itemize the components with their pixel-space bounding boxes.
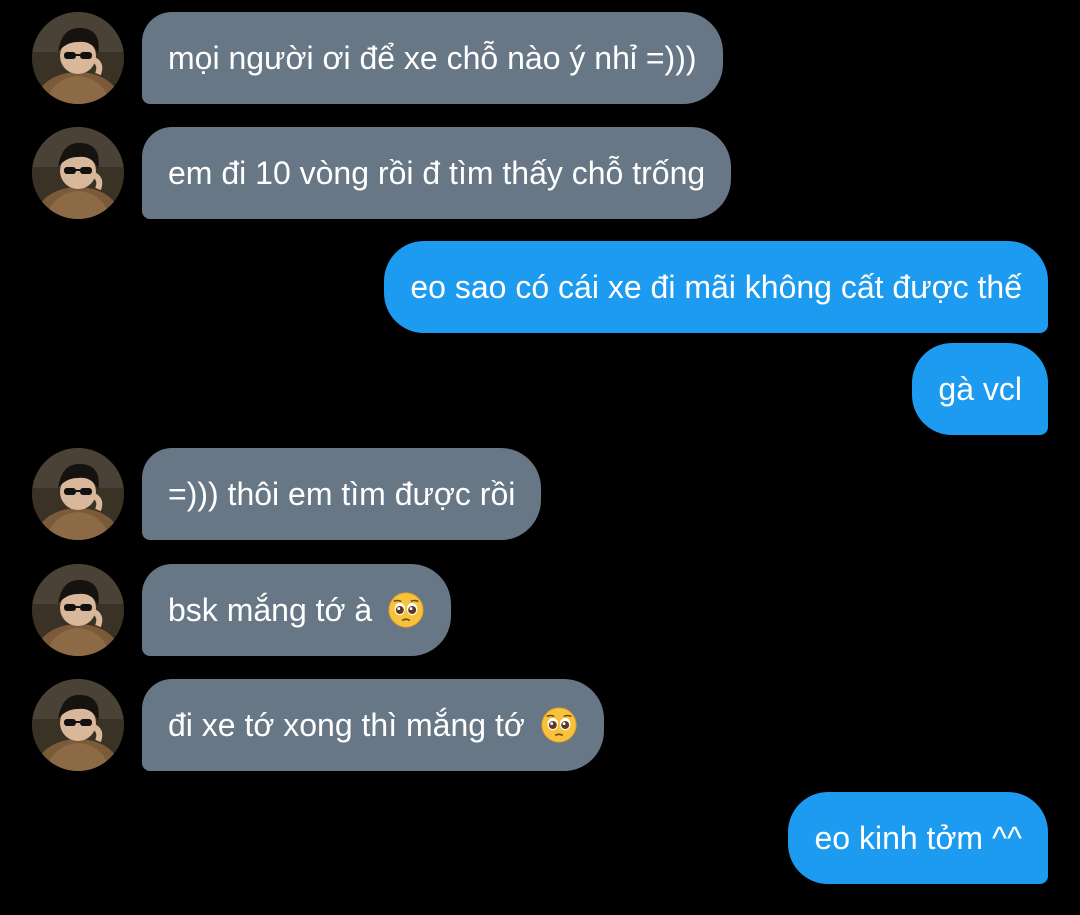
message-bubble-incoming[interactable]: em đi 10 vòng rồi đ tìm thấy chỗ trống	[142, 127, 732, 219]
avatar-photo-icon	[32, 679, 124, 771]
message-text: em đi 10 vòng rồi đ tìm thấy chỗ trống	[168, 155, 706, 191]
sender-avatar[interactable]	[32, 448, 124, 540]
avatar-photo-icon	[32, 448, 124, 540]
message-bubble-outgoing[interactable]: eo sao có cái xe đi mãi không cất được t…	[384, 241, 1048, 333]
message-text: =))) thôi em tìm được rồi	[168, 476, 516, 512]
sender-avatar[interactable]	[32, 679, 124, 771]
pleading-face-icon	[541, 706, 577, 743]
sender-avatar[interactable]	[32, 564, 124, 656]
message-row-outgoing: eo sao có cái xe đi mãi không cất được t…	[0, 241, 1080, 333]
message-row-incoming: bsk mắng tớ à	[0, 564, 1080, 656]
message-row-incoming: mọi người ơi để xe chỗ nào ý nhỉ =)))	[0, 12, 1080, 104]
pleading-face-icon	[388, 591, 424, 628]
message-bubble-outgoing[interactable]: gà vcl	[912, 343, 1048, 435]
message-text: đi xe tớ xong thì mắng tớ	[168, 707, 525, 743]
message-bubble-incoming[interactable]: mọi người ơi để xe chỗ nào ý nhỉ =)))	[142, 12, 723, 104]
message-row-incoming: đi xe tớ xong thì mắng tớ	[0, 679, 1080, 771]
message-row-incoming: em đi 10 vòng rồi đ tìm thấy chỗ trống	[0, 127, 1080, 219]
message-text: mọi người ơi để xe chỗ nào ý nhỉ =)))	[168, 40, 697, 76]
message-row-outgoing: eo kinh tởm ^^	[0, 792, 1080, 884]
message-text: eo kinh tởm ^^	[814, 820, 1022, 856]
sender-avatar[interactable]	[32, 127, 124, 219]
message-bubble-outgoing[interactable]: eo kinh tởm ^^	[788, 792, 1048, 884]
message-text: gà vcl	[938, 371, 1022, 407]
avatar-photo-icon	[32, 12, 124, 104]
sender-avatar[interactable]	[32, 12, 124, 104]
avatar-photo-icon	[32, 564, 124, 656]
message-text: eo sao có cái xe đi mãi không cất được t…	[410, 269, 1022, 305]
message-row-incoming: =))) thôi em tìm được rồi	[0, 448, 1080, 540]
message-bubble-incoming[interactable]: =))) thôi em tìm được rồi	[142, 448, 542, 540]
message-bubble-incoming[interactable]: đi xe tớ xong thì mắng tớ	[142, 679, 604, 771]
message-text: bsk mắng tớ à	[168, 592, 373, 628]
message-bubble-incoming[interactable]: bsk mắng tớ à	[142, 564, 452, 656]
avatar-photo-icon	[32, 127, 124, 219]
chat-thread: mọi người ơi để xe chỗ nào ý nhỉ =))) em…	[0, 0, 1080, 915]
message-row-outgoing: gà vcl	[0, 343, 1080, 435]
